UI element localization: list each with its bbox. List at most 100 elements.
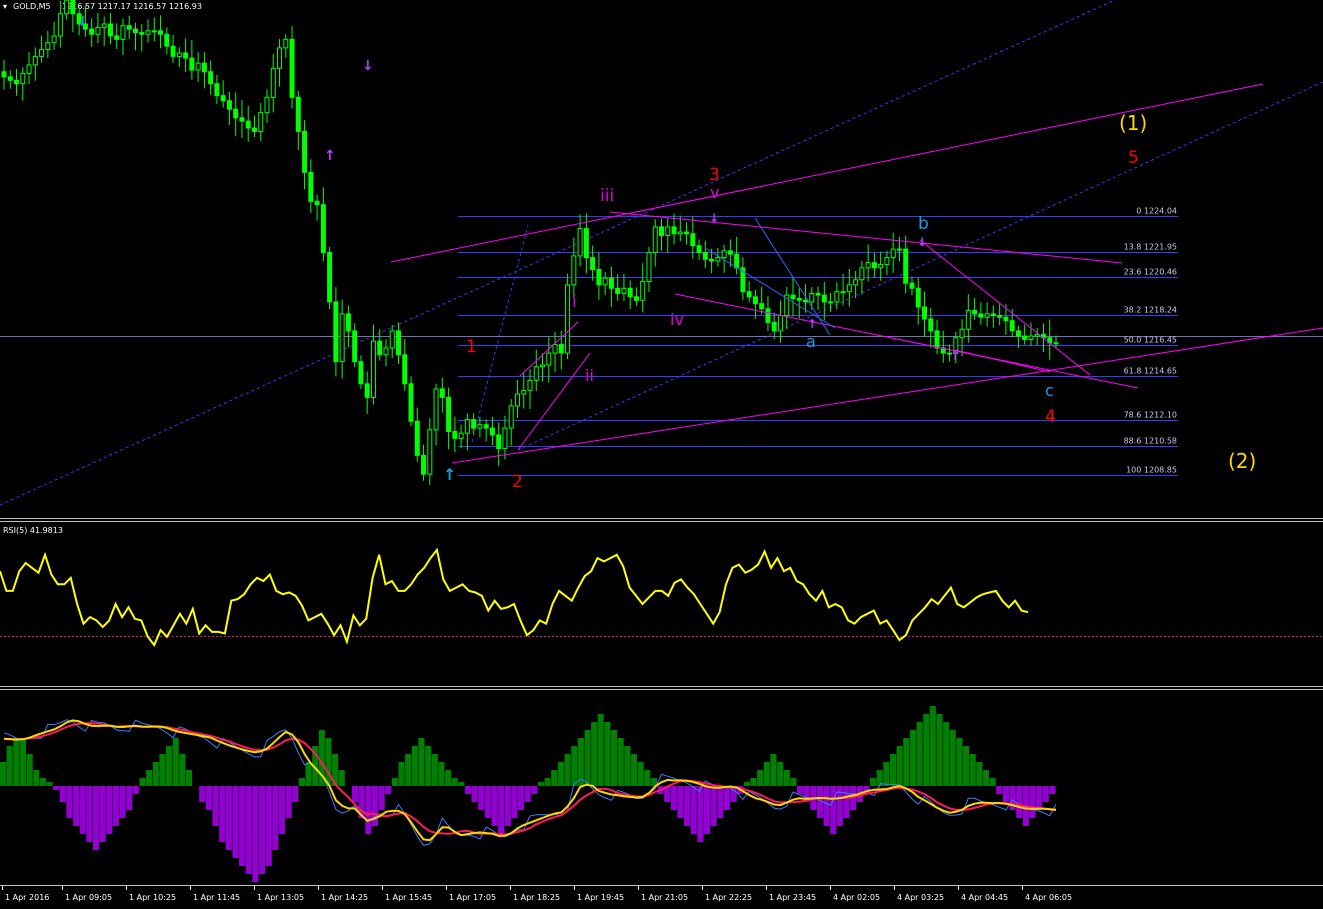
time-label: 1 Apr 21:05 <box>641 893 688 902</box>
price-candle <box>458 424 464 449</box>
histogram-bar <box>391 778 398 786</box>
price-candle <box>840 274 846 306</box>
histogram-bar <box>66 786 73 818</box>
price-candle <box>746 281 752 303</box>
histogram-bar <box>697 786 704 842</box>
lower-trend-line <box>451 327 1323 464</box>
time-label: 1 Apr 09:05 <box>65 893 112 902</box>
histogram-bar <box>743 782 750 786</box>
histogram-bar <box>816 786 823 818</box>
histogram-bar <box>172 738 179 786</box>
price-candle <box>496 422 502 467</box>
price-candle <box>565 273 571 360</box>
price-candle <box>201 52 207 89</box>
histogram-bar <box>199 786 206 802</box>
price-candle <box>120 18 126 56</box>
time-label: 1 Apr 19:45 <box>577 893 624 902</box>
histogram-bar <box>677 786 684 818</box>
price-candle <box>302 120 308 190</box>
header-collapse-icon[interactable]: ▾ <box>3 2 7 11</box>
price-candle <box>151 17 157 42</box>
histogram-bar <box>963 746 970 786</box>
dotted-channel-lower <box>517 81 1323 451</box>
price-candle <box>853 270 859 298</box>
arrow-up-icon: ↑ <box>950 349 960 363</box>
histogram-bar <box>797 786 804 794</box>
histogram-bar <box>577 738 584 786</box>
histogram-bar <box>352 786 359 802</box>
price-candle <box>765 296 771 332</box>
arrow-up-icon: ↑ <box>807 317 817 331</box>
price-candle <box>1 59 7 90</box>
histogram-bar <box>823 786 830 826</box>
price-candle <box>352 323 358 368</box>
wave-label-a: a <box>806 332 816 351</box>
histogram-bar <box>99 786 106 842</box>
price-candle <box>640 263 646 313</box>
histogram-bar <box>431 754 438 786</box>
price-candle <box>489 416 495 446</box>
histogram-bar <box>132 786 139 794</box>
wave-c-lower-line <box>954 349 1051 373</box>
price-candle <box>32 47 38 81</box>
price-candle <box>740 257 746 300</box>
histogram-bar <box>611 730 618 786</box>
histogram-bar <box>1042 786 1049 802</box>
histogram-bar <box>511 786 518 818</box>
histogram-bar <box>909 730 916 786</box>
histogram-bar <box>451 778 458 786</box>
price-candle <box>821 281 827 321</box>
price-candle <box>552 332 558 372</box>
histogram-bar <box>411 746 418 786</box>
price-candle <box>176 47 182 68</box>
histogram-bar <box>1029 786 1036 818</box>
wave-labels: 1 2 3 4 5 i ii iii iv v a b c (1) (2) <box>466 111 1256 492</box>
histogram-bar <box>896 746 903 786</box>
fib-level-label: 38.2 1218.24 <box>1124 306 1177 315</box>
price-candle <box>439 377 445 413</box>
histogram-bar <box>79 786 86 834</box>
price-candle <box>1053 335 1059 349</box>
price-candle <box>464 413 470 451</box>
oscillator-histogram <box>0 706 1056 882</box>
histogram-bar <box>278 786 285 834</box>
price-candle <box>659 218 664 251</box>
histogram-bar <box>139 778 146 786</box>
time-label: 1 Apr 23:45 <box>769 893 816 902</box>
histogram-bar <box>225 786 232 850</box>
histogram-bar <box>59 786 66 802</box>
time-label: 1 Apr 17:05 <box>449 893 496 902</box>
histogram-bar <box>750 778 757 786</box>
histogram-bar <box>19 738 26 786</box>
price-candle <box>702 240 708 268</box>
price-candle <box>277 39 283 87</box>
price-candle <box>990 305 996 328</box>
price-candle <box>759 286 765 315</box>
price-candle <box>26 51 32 85</box>
histogram-bar <box>186 770 193 786</box>
time-label: 1 Apr 11:45 <box>193 893 240 902</box>
time-label: 1 Apr 18:25 <box>513 893 560 902</box>
histogram-bar <box>531 786 538 794</box>
price-candle <box>771 312 777 340</box>
histogram-bar <box>119 786 126 818</box>
histogram-bar <box>763 762 770 786</box>
price-candle <box>502 415 508 460</box>
histogram-bar <box>471 786 478 802</box>
histogram-bar <box>405 754 412 786</box>
fib-level-label: 23.6 1220.46 <box>1124 268 1177 277</box>
histogram-bar <box>923 714 930 786</box>
arrow-up-icon: ↑ <box>443 465 456 484</box>
price-candle <box>859 260 865 295</box>
price-candle <box>483 419 489 442</box>
time-label: 4 Apr 02:05 <box>833 893 880 902</box>
histogram-bar <box>604 722 611 786</box>
price-candle <box>652 219 658 267</box>
price-candle <box>283 34 289 58</box>
price-candle <box>133 22 138 51</box>
price-candle <box>295 90 301 151</box>
price-candle <box>402 338 408 391</box>
price-candle <box>934 319 940 355</box>
wave-label-2: 2 <box>512 472 523 492</box>
price-candle <box>327 247 333 310</box>
